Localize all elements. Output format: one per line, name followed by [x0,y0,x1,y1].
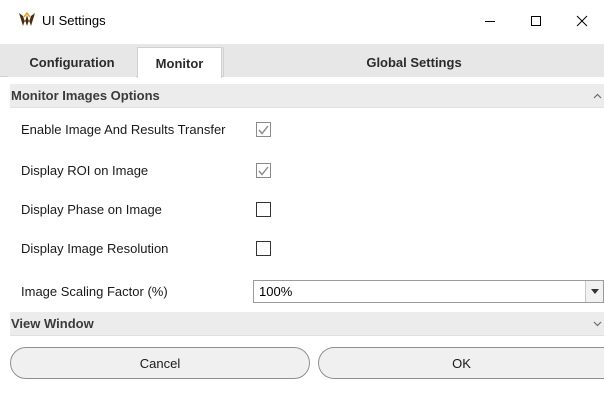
option-label-resolution: Display Image Resolution [21,241,169,256]
dropdown-button[interactable] [585,281,603,302]
scaling-factor-value: 100% [259,284,293,299]
maximize-button[interactable] [513,0,559,42]
close-button[interactable] [559,0,604,42]
maximize-icon [531,16,541,26]
title-bar: UI Settings [0,0,604,42]
tab-monitor[interactable]: Monitor [137,47,222,78]
minimize-icon [485,21,495,22]
scaling-factor-label: Image Scaling Factor (%) [21,284,168,299]
resolution-checkbox[interactable] [256,241,271,256]
transfer-checkbox[interactable] [256,122,271,137]
cancel-button[interactable]: Cancel [10,347,310,379]
section-header-monitor-images[interactable]: Monitor Images Options [10,84,604,108]
app-logo-icon [18,11,36,28]
window-title: UI Settings [42,13,106,28]
scaling-factor-select[interactable]: 100% [253,280,604,303]
close-icon [576,15,588,27]
option-label-phase: Display Phase on Image [21,202,162,217]
phase-checkbox[interactable] [256,202,271,217]
minimize-button[interactable] [467,0,513,42]
chevron-up-icon [590,84,604,108]
checkmark-icon [258,166,269,176]
chevron-down-icon [590,289,599,294]
section-title: Monitor Images Options [11,88,160,103]
section-title: View Window [11,316,94,331]
tab-bar: Configuration Monitor Global Settings [0,44,604,78]
ok-button[interactable]: OK [318,347,604,379]
section-header-view-window[interactable]: View Window [10,312,604,336]
option-label-transfer: Enable Image And Results Transfer [21,122,226,137]
tab-global-settings[interactable]: Global Settings [223,47,604,77]
chevron-down-icon [590,312,604,336]
roi-checkbox[interactable] [256,163,271,178]
checkmark-icon [258,125,269,135]
tab-configuration[interactable]: Configuration [8,47,136,77]
option-label-roi: Display ROI on Image [21,163,149,178]
